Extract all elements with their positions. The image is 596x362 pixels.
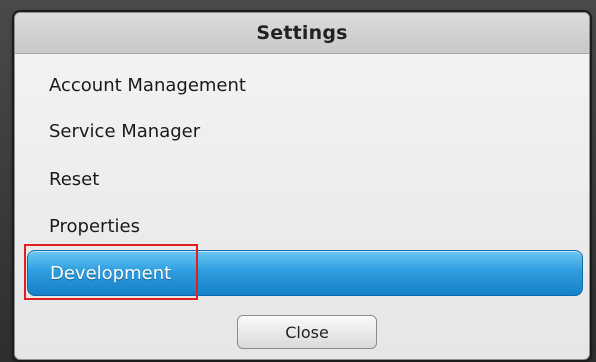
- menu-item-label: Properties: [49, 215, 140, 237]
- menu-item-service-manager[interactable]: Service Manager: [15, 109, 589, 153]
- menu-item-properties[interactable]: Properties: [15, 204, 589, 248]
- menu-item-label: Service Manager: [49, 120, 201, 142]
- menu-item-account-management[interactable]: Account Management: [15, 63, 589, 107]
- menu-item-development[interactable]: Development: [27, 250, 583, 296]
- menu-item-reset[interactable]: Reset: [15, 157, 589, 201]
- dialog-header: Settings: [15, 13, 589, 54]
- tv-screen-background: Settings Account Management Service Mana…: [0, 0, 596, 362]
- settings-dialog: Settings Account Management Service Mana…: [14, 12, 590, 360]
- dialog-title: Settings: [256, 22, 348, 44]
- menu-item-label: Reset: [49, 168, 100, 190]
- close-button[interactable]: Close: [237, 315, 377, 349]
- menu-item-label: Account Management: [49, 74, 246, 96]
- menu-item-label: Development: [50, 262, 172, 284]
